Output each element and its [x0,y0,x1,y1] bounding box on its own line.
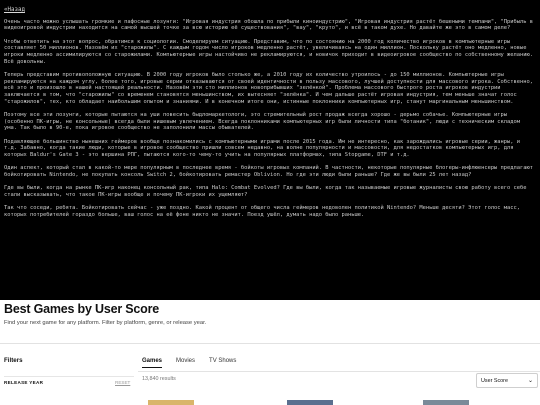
sort-selected-value: User Score [481,377,508,384]
article-paragraph-1: Очень часто можно услышать громкие и паф… [4,18,534,32]
tabs-divider [138,371,540,372]
store-page: Best Games by User Score Find your next … [0,300,540,405]
media-tabs: Games Movies TV Shows [142,358,236,368]
release-year-filter-label[interactable]: RELEASE YEAR [4,380,43,385]
tab-movies[interactable]: Movies [176,358,195,368]
page-subtitle: Find your next game for any platform. Fi… [4,320,207,326]
filters-divider [4,376,134,377]
game-card-thumbnail[interactable] [287,400,333,405]
page-title: Best Games by User Score [4,302,160,316]
reset-button[interactable]: RESET [115,380,130,385]
article-paragraph-2: Чтобы ответить на этот вопрос, обратимся… [4,38,534,65]
filters-panel: Filters [4,357,134,364]
game-card-thumbnail[interactable] [148,400,194,405]
results-count: 13,840 results [142,376,176,382]
article-paragraph-7: Где вы были, когда на рынке ПК-игр након… [4,185,527,198]
article-paragraph-8: Так что соседи, ребята. Бойкотировать се… [4,204,521,218]
game-card-thumbnail[interactable] [423,400,469,405]
article-panel: «Назад Очень часто можно услышать громки… [0,0,540,300]
chevron-down-icon: ⌄ [527,378,533,384]
page-header: Best Games by User Score Find your next … [0,300,540,344]
tab-games[interactable]: Games [142,358,163,368]
tab-tv-shows[interactable]: TV Shows [209,358,236,368]
article-paragraph-6: Один аспект, который стал в какой-то мер… [4,165,534,178]
article-paragraph-4: Поэтому все эти лозунги, которые пытаютс… [4,111,521,132]
back-link[interactable]: «Назад [4,7,25,14]
article-paragraph-5: Подавляющее большинство нынешних геймеро… [4,138,521,158]
sort-dropdown[interactable]: User Score ⌄ [476,373,538,388]
article-paragraph-3: Теперь представим противоположную ситуац… [4,71,534,105]
filters-title: Filters [4,357,23,364]
